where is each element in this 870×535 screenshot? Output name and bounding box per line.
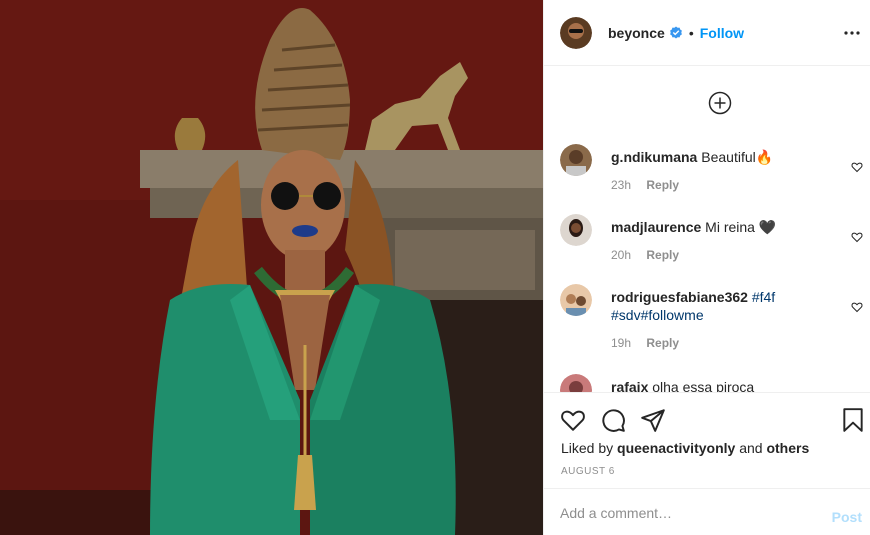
author-username[interactable]: beyonce (608, 25, 665, 41)
comment-time[interactable]: 20h (611, 248, 631, 262)
heart-icon[interactable] (560, 407, 586, 433)
post-actions: Liked by queenactivityonly and others AU… (544, 392, 870, 488)
likes-and: and (739, 440, 763, 456)
add-comment-form: Post (544, 488, 870, 535)
comment-text: rafajx olha essa piroca (611, 378, 826, 392)
avatar[interactable] (560, 214, 592, 246)
more-options-icon[interactable] (841, 22, 863, 44)
comment-meta: 20h Reply (611, 248, 679, 262)
list-item: madjlaurence Mi reina 🖤 20h Reply (560, 214, 865, 274)
liked-by-user[interactable]: queenactivityonly (617, 440, 735, 456)
hashtag-link[interactable]: #f4f (752, 289, 775, 305)
likes-summary: Liked by queenactivityonly and others (561, 440, 809, 456)
list-item: rafajx olha essa piroca (560, 374, 865, 392)
likes-prefix: Liked by (561, 440, 614, 456)
comment-username[interactable]: madjlaurence (611, 219, 701, 235)
post-photo[interactable] (0, 0, 543, 535)
comment-meta: 19h Reply (611, 336, 679, 350)
follow-button[interactable]: Follow (700, 25, 744, 41)
comment-body: Mi reina 🖤 (705, 219, 777, 235)
reply-button[interactable]: Reply (646, 178, 679, 192)
comment-time[interactable]: 19h (611, 336, 631, 350)
separator-dot: • (688, 24, 694, 41)
post-header: beyonce • Follow (544, 0, 870, 66)
comment-text: madjlaurence Mi reina 🖤 (611, 218, 826, 236)
bookmark-icon[interactable] (840, 407, 866, 433)
comment-time[interactable]: 23h (611, 178, 631, 192)
post-date[interactable]: AUGUST 6 (561, 466, 615, 477)
comment-username[interactable]: rafajx (611, 379, 648, 392)
comment-meta: 23h Reply (611, 178, 679, 192)
heart-icon[interactable] (851, 300, 863, 313)
comment-text: g.ndikumana Beautiful🔥 (611, 148, 826, 166)
likes-others-link[interactable]: others (766, 440, 809, 456)
share-icon[interactable] (640, 407, 666, 433)
comment-text: rodriguesfabiane362 #f4f #sdv#followme (611, 288, 826, 324)
post-sidebar: beyonce • Follow g.ndikumana Beautiful🔥 … (543, 0, 870, 535)
heart-icon[interactable] (851, 230, 863, 243)
avatar[interactable] (560, 144, 592, 176)
comment-body: olha essa piroca (652, 379, 755, 392)
comment-icon[interactable] (600, 407, 626, 433)
post-comment-button[interactable]: Post (832, 509, 862, 525)
reply-button[interactable]: Reply (646, 336, 679, 350)
author-avatar[interactable] (560, 16, 592, 49)
plus-circle-icon[interactable] (708, 91, 732, 115)
comment-body: Beautiful🔥 (701, 149, 774, 165)
comment-username[interactable]: g.ndikumana (611, 149, 697, 165)
reply-button[interactable]: Reply (646, 248, 679, 262)
avatar[interactable] (560, 284, 592, 316)
hashtag-link[interactable]: #sdv#followme (611, 307, 704, 323)
verified-badge-icon (669, 26, 683, 40)
list-item: rodriguesfabiane362 #f4f #sdv#followme 1… (560, 284, 865, 364)
list-item: g.ndikumana Beautiful🔥 23h Reply (560, 144, 865, 204)
avatar[interactable] (560, 374, 592, 392)
heart-icon[interactable] (851, 160, 863, 173)
comment-input[interactable] (560, 503, 810, 523)
comment-list: g.ndikumana Beautiful🔥 23h Reply madjlau… (544, 130, 870, 392)
comment-username[interactable]: rodriguesfabiane362 (611, 289, 748, 305)
